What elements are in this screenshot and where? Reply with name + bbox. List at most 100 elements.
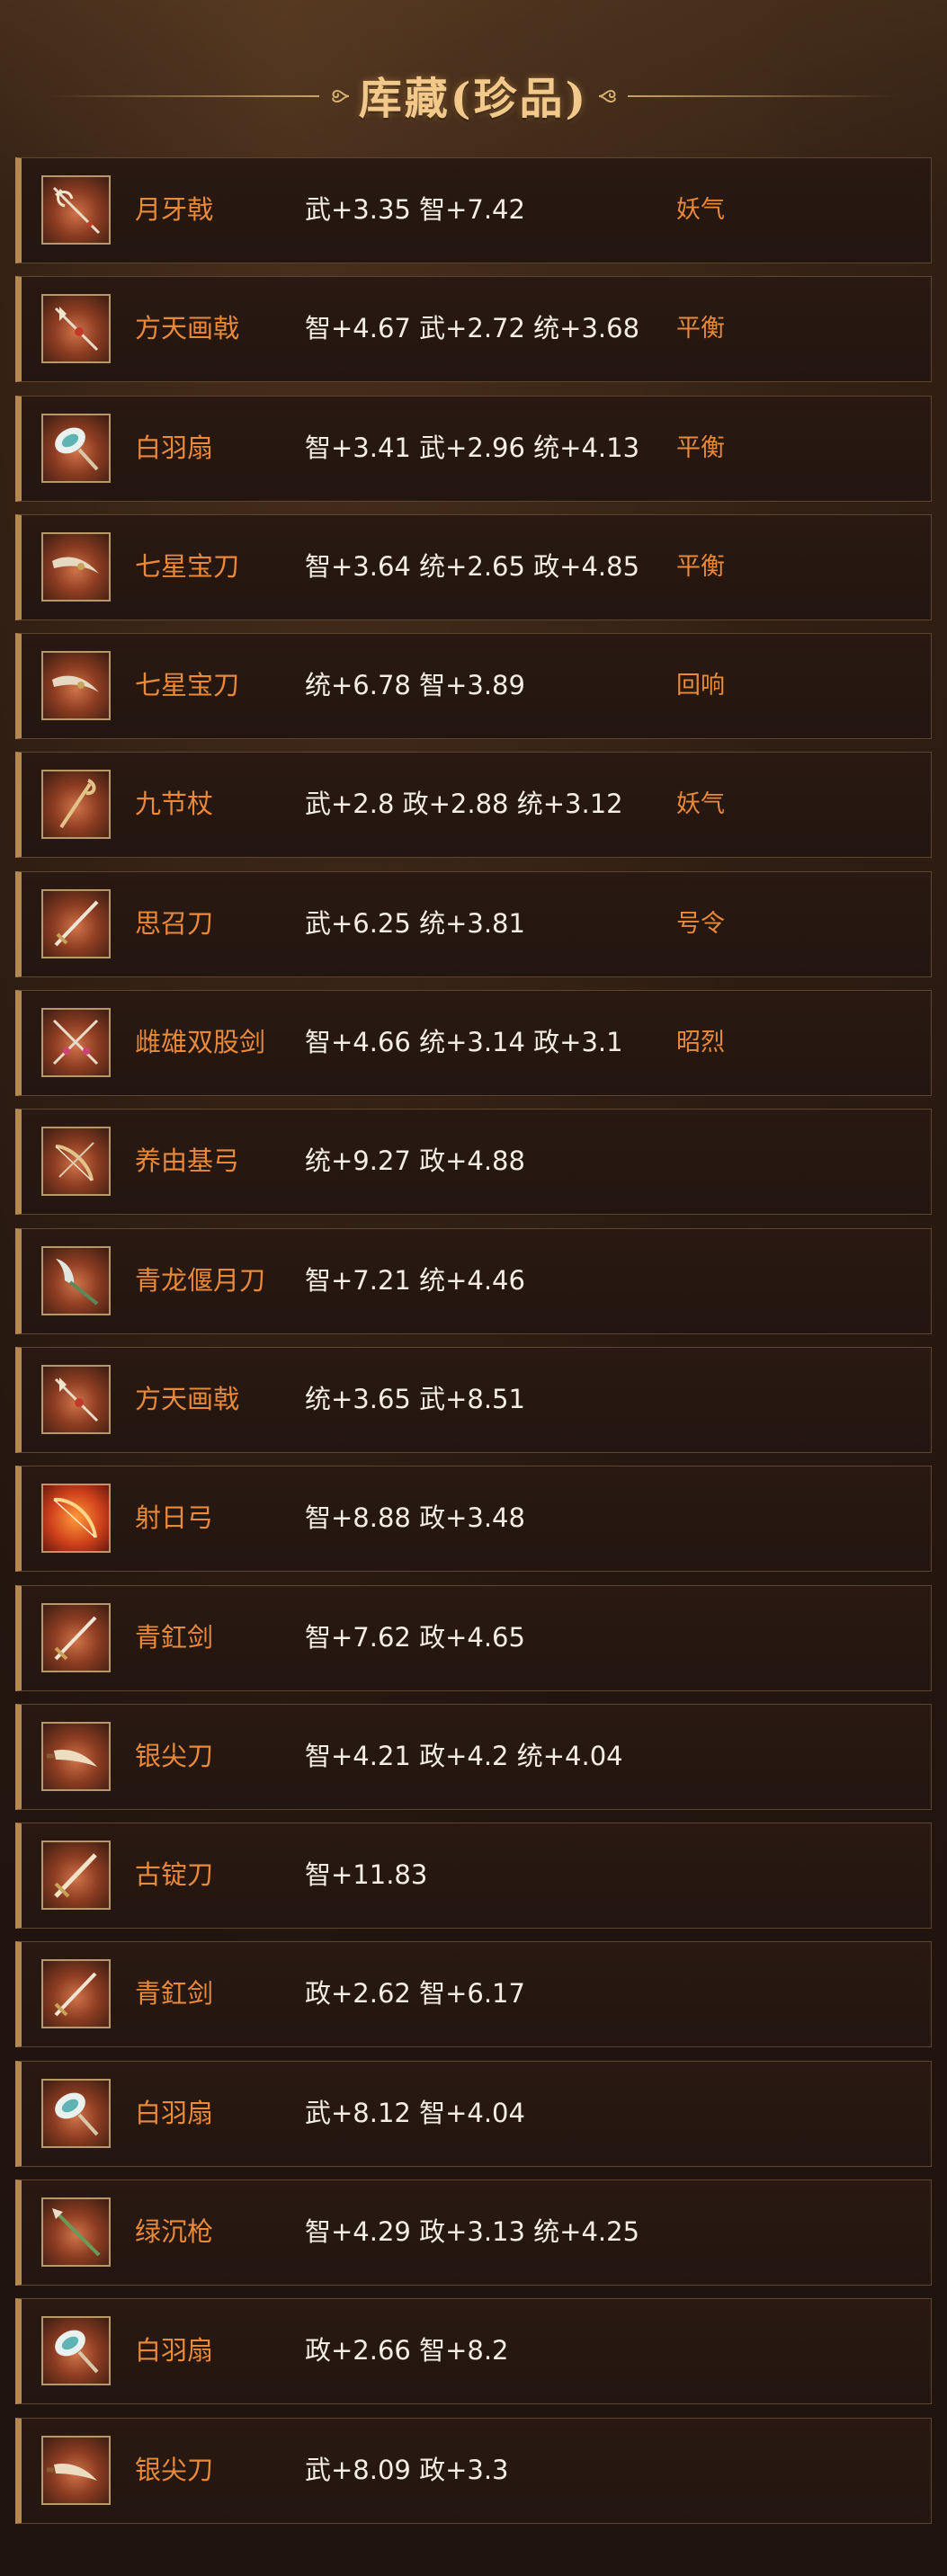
item-name: 射日弓	[135, 1502, 214, 1534]
treasure-row[interactable]: 古锭刀 智+11.83	[15, 1823, 932, 1930]
sword-icon	[52, 557, 99, 574]
item-tag: 回响	[676, 672, 725, 700]
page-title: 库藏(珍品)	[358, 74, 589, 124]
item-icon-frame	[41, 1245, 111, 1315]
item-tag: 平衡	[676, 433, 725, 462]
item-icon-frame	[41, 1602, 111, 1672]
item-tag: 妖气	[676, 790, 725, 819]
item-stats: 智+7.62 政+4.65	[305, 1621, 525, 1653]
item-icon-frame	[41, 413, 111, 483]
item-icon-frame	[41, 1841, 111, 1911]
item-name: 白羽扇	[135, 2097, 214, 2128]
treasure-row[interactable]: 白羽扇 智+3.41 武+2.96 统+4.13 平衡	[15, 395, 932, 502]
item-name: 方天画戟	[135, 1383, 240, 1414]
item-stats: 武+6.25 统+3.81	[305, 907, 525, 939]
item-name: 白羽扇	[135, 432, 214, 463]
feather-fan-icon	[55, 427, 99, 470]
item-name: 绿沉枪	[135, 2216, 214, 2248]
sword-icon	[54, 1616, 97, 1660]
treasure-row[interactable]: 青龙偃月刀 智+7.21 统+4.46	[15, 1227, 932, 1334]
item-icon-frame	[41, 531, 111, 602]
item-name: 方天画戟	[135, 313, 240, 344]
item-name: 九节杖	[135, 789, 214, 820]
bow-icon	[55, 1142, 94, 1181]
item-icon-frame	[41, 2435, 111, 2505]
item-stats: 政+2.62 智+6.17	[305, 1978, 525, 2010]
treasure-row[interactable]: 射日弓 智+8.88 政+3.48	[15, 1466, 932, 1573]
glaive-icon	[56, 1258, 99, 1306]
halberd-icon	[54, 1377, 99, 1422]
halberd-icon	[54, 307, 99, 352]
sword-icon	[54, 1853, 97, 1898]
item-stats: 武+8.09 政+3.3	[305, 2454, 509, 2485]
sword-icon	[54, 1973, 97, 2017]
treasure-row[interactable]: 白羽扇 武+8.12 智+4.04	[15, 2060, 932, 2167]
item-stats: 智+4.21 政+4.2 统+4.04	[305, 1740, 623, 1771]
page-header: 库藏(珍品)	[0, 0, 947, 157]
feather-fan-icon	[55, 2330, 99, 2374]
item-icon-frame	[41, 2197, 111, 2268]
item-icon-frame	[41, 1484, 111, 1554]
treasure-row[interactable]: 养由基弓 统+9.27 政+4.88	[15, 1109, 932, 1216]
treasure-row[interactable]: 七星宝刀 智+3.64 统+2.65 政+4.85 平衡	[15, 513, 932, 620]
treasure-row[interactable]: 月牙戟 武+3.35 智+7.42 妖气	[15, 157, 932, 263]
treasure-list: 月牙戟 武+3.35 智+7.42 妖气 方天画戟 智+4.67 武+2.72 …	[15, 157, 932, 2536]
treasure-row[interactable]: 七星宝刀 统+6.78 智+3.89 回响	[15, 633, 932, 740]
item-stats: 武+8.12 智+4.04	[305, 2097, 525, 2128]
sword-icon	[54, 900, 99, 947]
item-name: 银尖刀	[135, 2454, 214, 2485]
item-icon-frame	[41, 175, 111, 245]
item-icon-frame	[41, 2078, 111, 2148]
item-name: 青龙偃月刀	[135, 1264, 266, 1296]
item-stats: 武+3.35 智+7.42	[305, 194, 525, 225]
treasure-row[interactable]: 银尖刀 武+8.09 政+3.3	[15, 2417, 932, 2524]
item-stats: 统+9.27 政+4.88	[305, 1145, 525, 1177]
item-stats: 智+7.21 统+4.46	[305, 1264, 525, 1296]
treasure-row[interactable]: 青釭剑 政+2.62 智+6.17	[15, 1941, 932, 2048]
item-stats: 智+4.29 政+3.13 统+4.25	[305, 2216, 640, 2248]
item-stats: 智+3.41 武+2.96 统+4.13	[305, 432, 640, 463]
treasure-row[interactable]: 思召刀 武+6.25 统+3.81 号令	[15, 870, 932, 977]
sword-icon	[52, 675, 99, 693]
item-name: 雌雄双股剑	[135, 1027, 266, 1058]
treasure-row[interactable]: 银尖刀 智+4.21 政+4.2 统+4.04	[15, 1703, 932, 1810]
twin-swords-icon	[52, 1020, 99, 1065]
spear-icon	[52, 2208, 101, 2257]
item-tag: 平衡	[676, 552, 725, 581]
item-icon-frame	[41, 1721, 111, 1791]
feather-fan-icon	[55, 2092, 99, 2136]
item-stats: 智+4.66 统+3.14 政+3.1	[305, 1027, 623, 1058]
blade-icon	[47, 1749, 97, 1767]
treasure-row[interactable]: 青釭剑 智+7.62 政+4.65	[15, 1584, 932, 1691]
item-icon-frame	[41, 888, 111, 958]
bow-icon	[53, 1498, 97, 1538]
item-stats: 智+8.88 政+3.48	[305, 1502, 525, 1534]
treasure-row[interactable]: 绿沉枪 智+4.29 政+3.13 统+4.25	[15, 2179, 932, 2286]
item-stats: 统+6.78 智+3.89	[305, 670, 525, 701]
item-stats: 统+3.65 武+8.51	[305, 1383, 525, 1414]
item-name: 银尖刀	[135, 1740, 214, 1771]
item-stats: 政+2.66 智+8.2	[305, 2335, 509, 2367]
item-name: 白羽扇	[135, 2335, 214, 2367]
item-name: 青釭剑	[135, 1978, 214, 2010]
halberd-icon	[52, 186, 101, 235]
treasure-row[interactable]: 九节杖 武+2.8 政+2.88 统+3.12 妖气	[15, 752, 932, 859]
item-stats: 智+4.67 武+2.72 统+3.68	[305, 313, 640, 344]
item-tag: 平衡	[676, 315, 725, 343]
item-name: 青釭剑	[135, 1621, 214, 1653]
treasure-row[interactable]: 白羽扇 政+2.66 智+8.2	[15, 2298, 932, 2405]
treasure-row[interactable]: 雌雄双股剑 智+4.66 统+3.14 政+3.1 昭烈	[15, 990, 932, 1097]
item-name: 养由基弓	[135, 1145, 240, 1177]
ornament-right-icon	[598, 89, 616, 103]
item-icon-frame	[41, 770, 111, 840]
item-name: 月牙戟	[135, 194, 214, 225]
item-name: 七星宝刀	[135, 670, 240, 701]
item-icon-frame	[41, 1127, 111, 1197]
item-tag: 号令	[676, 909, 725, 938]
item-icon-frame	[41, 1008, 111, 1078]
title-divider-right	[628, 95, 898, 97]
treasure-row[interactable]: 方天画戟 统+3.65 武+8.51	[15, 1346, 932, 1453]
treasure-row[interactable]: 方天画戟 智+4.67 武+2.72 统+3.68 平衡	[15, 276, 932, 383]
item-icon-frame	[41, 2316, 111, 2386]
item-stats: 智+11.83	[305, 1859, 428, 1891]
